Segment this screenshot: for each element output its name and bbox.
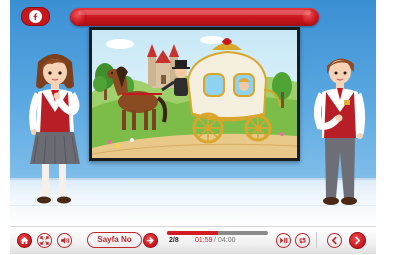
page-number-label: Sayfa No [97, 235, 132, 244]
page-counter: 2/8 [169, 237, 179, 244]
repeat-button[interactable] [295, 233, 310, 248]
next-page-button[interactable] [349, 232, 366, 249]
play-pause-button[interactable] [276, 233, 291, 248]
home-button[interactable] [17, 233, 32, 248]
player-toolbar: Sayfa No 2/8 01:59 / 04:00 [10, 226, 376, 254]
fullscreen-button[interactable] [37, 233, 52, 248]
page-number-button[interactable]: Sayfa No [87, 232, 142, 248]
home-icon [20, 237, 29, 244]
logo-icon [29, 10, 42, 23]
scene-illustration [92, 30, 297, 158]
boy-character [313, 52, 366, 215]
title-bar [70, 8, 319, 26]
fullscreen-icon [40, 236, 49, 245]
progress-fill [167, 231, 218, 235]
title-bar-shine [78, 10, 311, 15]
chevron-left-icon [332, 236, 337, 245]
app-logo[interactable] [21, 7, 50, 26]
repeat-icon [299, 237, 306, 244]
play-pause-icon [280, 237, 288, 244]
previous-page-button[interactable] [327, 233, 342, 248]
time-separator: / [214, 237, 216, 244]
chevron-right-icon [355, 236, 361, 245]
total-time: 04:00 [218, 237, 236, 244]
girl-character [24, 50, 86, 215]
toolbar-divider [316, 232, 317, 248]
current-time: 01:59 [195, 237, 213, 244]
volume-icon [60, 237, 69, 244]
progress-bar[interactable] [167, 231, 268, 235]
arrow-right-circle-icon [146, 237, 154, 244]
presentation-screen[interactable] [89, 27, 300, 161]
volume-button[interactable] [57, 233, 72, 248]
go-to-page-button[interactable] [143, 233, 158, 248]
